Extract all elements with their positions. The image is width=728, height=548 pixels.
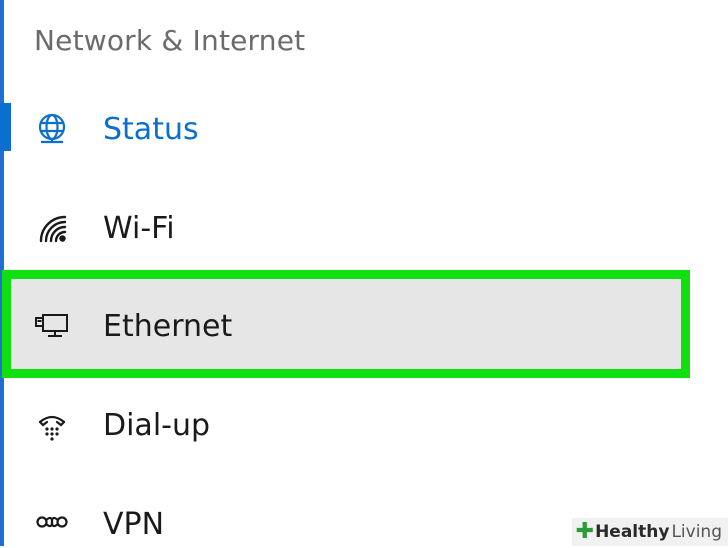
watermark-brand-light: Living xyxy=(671,522,722,542)
nav-item-label: Ethernet xyxy=(103,308,233,344)
wifi-icon xyxy=(34,210,70,246)
nav-item-label: Dial-up xyxy=(103,407,211,443)
nav-item-label: VPN xyxy=(103,506,165,542)
page-title: Network & Internet xyxy=(34,24,306,57)
nav-item-ethernet[interactable]: Ethernet xyxy=(0,302,728,350)
nav-item-label: Wi-Fi xyxy=(103,210,175,246)
watermark-logo: ✚ Healthy Living xyxy=(571,518,728,546)
globe-icon xyxy=(34,111,70,147)
vpn-icon xyxy=(34,506,70,542)
dialup-icon xyxy=(34,407,70,443)
plus-icon: ✚ xyxy=(575,519,595,544)
watermark-brand-bold: Healthy xyxy=(595,522,670,542)
nav-item-status[interactable]: Status xyxy=(0,105,728,153)
nav-item-label: Status xyxy=(103,111,199,147)
nav-item-wifi[interactable]: Wi-Fi xyxy=(0,204,728,252)
ethernet-icon xyxy=(34,308,70,344)
nav-item-dialup[interactable]: Dial-up xyxy=(0,401,728,449)
